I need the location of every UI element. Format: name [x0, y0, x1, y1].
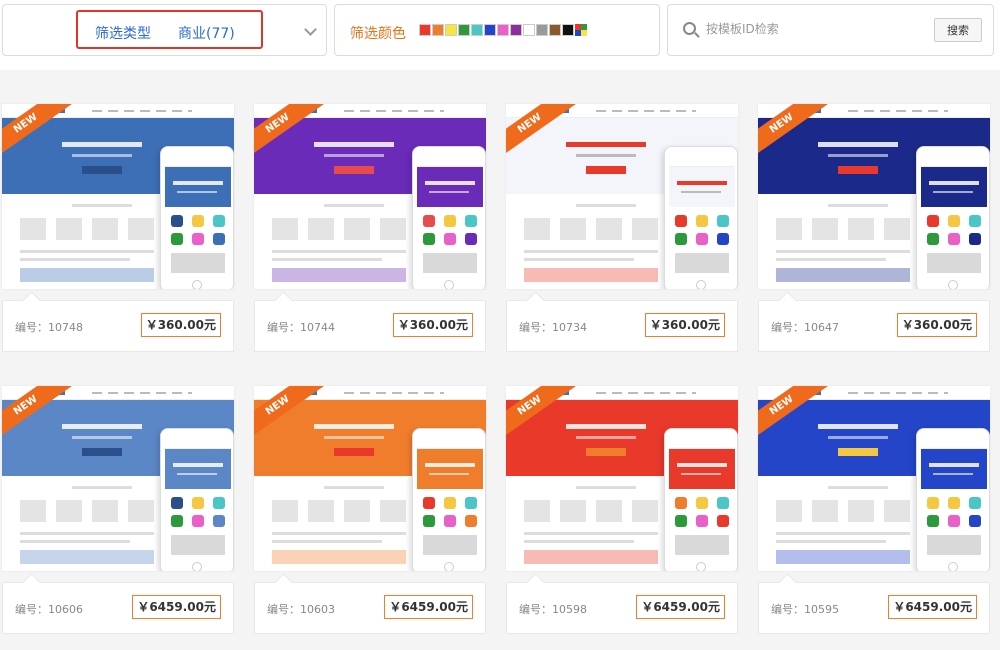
color-swatches	[419, 24, 587, 36]
color-swatch[interactable]	[549, 24, 561, 36]
color-swatch[interactable]	[510, 24, 522, 36]
template-id: 编号：10606	[15, 603, 83, 616]
mobile-preview	[916, 146, 990, 289]
color-swatch[interactable]	[562, 24, 574, 36]
template-id: 编号：10748	[15, 321, 83, 334]
template-info: 编号：10744 ￥360.00元	[254, 300, 486, 352]
price-tag[interactable]: ￥360.00元	[896, 313, 977, 337]
price-tag[interactable]: ￥360.00元	[644, 313, 725, 337]
template-info: 编号：10598 ￥6459.00元	[506, 582, 738, 634]
color-swatch[interactable]	[497, 24, 509, 36]
mobile-preview	[664, 146, 738, 289]
price-tag[interactable]: ￥360.00元	[392, 313, 473, 337]
price-tag[interactable]: ￥6459.00元	[132, 595, 221, 619]
template-grid: NEW 编号：10748 ￥360.00元 NEW 编号：10744 ￥360.…	[0, 70, 1000, 650]
search-icon	[683, 22, 696, 35]
template-card[interactable]: NEW	[0, 386, 234, 636]
color-swatch[interactable]	[445, 24, 457, 36]
mobile-preview	[412, 146, 486, 289]
template-preview[interactable]: NEW	[2, 104, 234, 289]
template-info: 编号：10647 ￥360.00元	[758, 300, 990, 352]
color-filter: 筛选颜色	[334, 4, 660, 56]
chevron-down-icon[interactable]	[304, 23, 317, 36]
template-info: 编号：10595 ￥6459.00元	[758, 582, 990, 634]
type-filter-dropdown[interactable]: 筛选类型 商业(77)	[2, 4, 327, 56]
template-card[interactable]: NEW	[252, 104, 486, 354]
template-card[interactable]: NEW	[504, 104, 738, 354]
template-id: 编号：10603	[267, 603, 335, 616]
type-filter-label: 筛选类型	[95, 26, 151, 42]
price-tag[interactable]: ￥6459.00元	[636, 595, 725, 619]
search-box: 搜索	[667, 4, 994, 56]
mobile-preview	[160, 428, 234, 571]
template-card[interactable]: NEW	[0, 104, 234, 354]
template-id: 编号：10595	[771, 603, 839, 616]
color-swatch[interactable]	[458, 24, 470, 36]
template-info: 编号：10606 ￥6459.00元	[2, 582, 234, 634]
type-filter-value[interactable]: 商业(77)	[178, 23, 235, 43]
template-preview[interactable]: NEW	[506, 386, 738, 571]
color-swatch[interactable]	[432, 24, 444, 36]
template-id: 编号：10744	[267, 321, 335, 334]
price-tag[interactable]: ￥360.00元	[140, 313, 221, 337]
mobile-preview	[160, 146, 234, 289]
color-swatch[interactable]	[523, 24, 535, 36]
filter-bar: 筛选类型 商业(77) 筛选颜色 搜索	[0, 0, 1000, 70]
template-info: 编号：10603 ￥6459.00元	[254, 582, 486, 634]
template-id: 编号：10734	[519, 321, 587, 334]
template-card[interactable]: NEW	[504, 386, 738, 636]
color-filter-label: 筛选颜色	[350, 26, 406, 42]
template-info: 编号：10734 ￥360.00元	[506, 300, 738, 352]
color-swatch[interactable]	[536, 24, 548, 36]
price-tag[interactable]: ￥6459.00元	[888, 595, 977, 619]
template-card[interactable]: NEW	[252, 386, 486, 636]
template-card[interactable]: NEW	[756, 386, 990, 636]
template-preview[interactable]: NEW	[2, 386, 234, 571]
template-id: 编号：10598	[519, 603, 587, 616]
mobile-preview	[412, 428, 486, 571]
template-preview[interactable]: NEW	[254, 386, 486, 571]
search-input[interactable]	[706, 17, 926, 41]
mobile-preview	[664, 428, 738, 571]
color-swatch[interactable]	[471, 24, 483, 36]
search-button[interactable]: 搜索	[934, 18, 982, 42]
template-info: 编号：10748 ￥360.00元	[2, 300, 234, 352]
template-preview[interactable]: NEW	[506, 104, 738, 289]
mobile-preview	[916, 428, 990, 571]
template-card[interactable]: NEW	[756, 104, 990, 354]
template-preview[interactable]: NEW	[758, 104, 990, 289]
multi-color-swatch-icon[interactable]	[575, 24, 587, 36]
template-preview[interactable]: NEW	[758, 386, 990, 571]
price-tag[interactable]: ￥6459.00元	[384, 595, 473, 619]
template-preview[interactable]: NEW	[254, 104, 486, 289]
color-swatch[interactable]	[484, 24, 496, 36]
template-id: 编号：10647	[771, 321, 839, 334]
color-swatch[interactable]	[419, 24, 431, 36]
